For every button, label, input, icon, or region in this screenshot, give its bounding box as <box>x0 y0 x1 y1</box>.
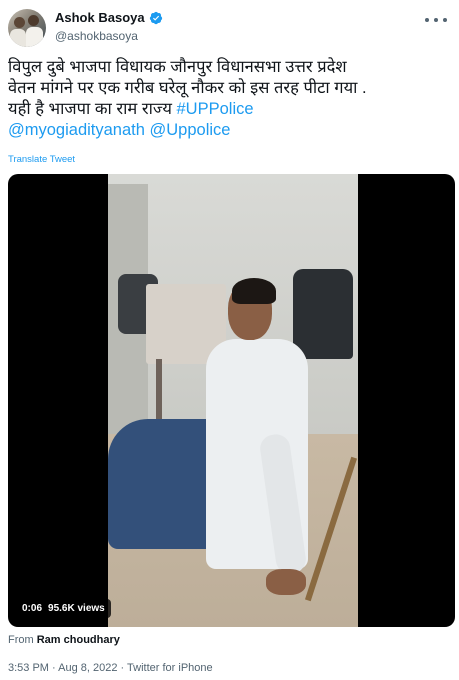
verified-badge-icon <box>149 11 162 24</box>
tweet-text: विपुल दुबे भाजपा विधायक जौनपुर विधानसभा … <box>8 57 452 141</box>
author-display-name[interactable]: Ashok Basoya <box>55 10 145 25</box>
author-name-row[interactable]: Ashok Basoya <box>55 10 163 25</box>
media-attribution: From Ram choudhary <box>8 634 120 646</box>
mention-link-myogiadityanath[interactable]: @myogiadityanath <box>8 121 145 139</box>
tweet-timestamp[interactable]: 3:53 PM · Aug 8, 2022 · Twitter for iPho… <box>8 662 213 674</box>
video-frame[interactable] <box>108 174 358 627</box>
translate-tweet-link[interactable]: Translate Tweet <box>8 154 75 165</box>
video-player[interactable]: 0:06 95.6K views <box>8 174 455 627</box>
hashtag-link[interactable]: #UPPolice <box>177 100 254 118</box>
video-view-count: 95.6K views <box>48 603 105 614</box>
tweet-line-3-text: यही है भाजपा का राम राज्य <box>8 100 177 118</box>
tweet-line-2: वेतन मांगने पर एक गरीब घरेलू नौकर को इस … <box>8 79 367 97</box>
mention-link-uppolice[interactable]: @Uppolice <box>150 121 231 139</box>
tweet-line-4: @myogiadityanath @Uppolice <box>8 120 452 141</box>
author-handle[interactable]: @ashokbasoya <box>55 29 138 43</box>
tweet-line-3: यही है भाजपा का राम राज्य #UPPolice <box>8 99 452 120</box>
attribution-source-link[interactable]: Ram choudhary <box>37 634 120 646</box>
video-duration: 0:06 <box>22 603 43 614</box>
more-options-icon[interactable] <box>425 12 447 28</box>
video-stats-badge: 0:06 95.6K views <box>16 599 111 618</box>
tweet-line-1: विपुल दुबे भाजपा विधायक जौनपुर विधानसभा … <box>8 58 347 76</box>
attribution-prefix: From <box>8 634 37 646</box>
avatar[interactable] <box>8 9 46 47</box>
tweet-header: Ashok Basoya @ashokbasoya <box>0 0 459 52</box>
